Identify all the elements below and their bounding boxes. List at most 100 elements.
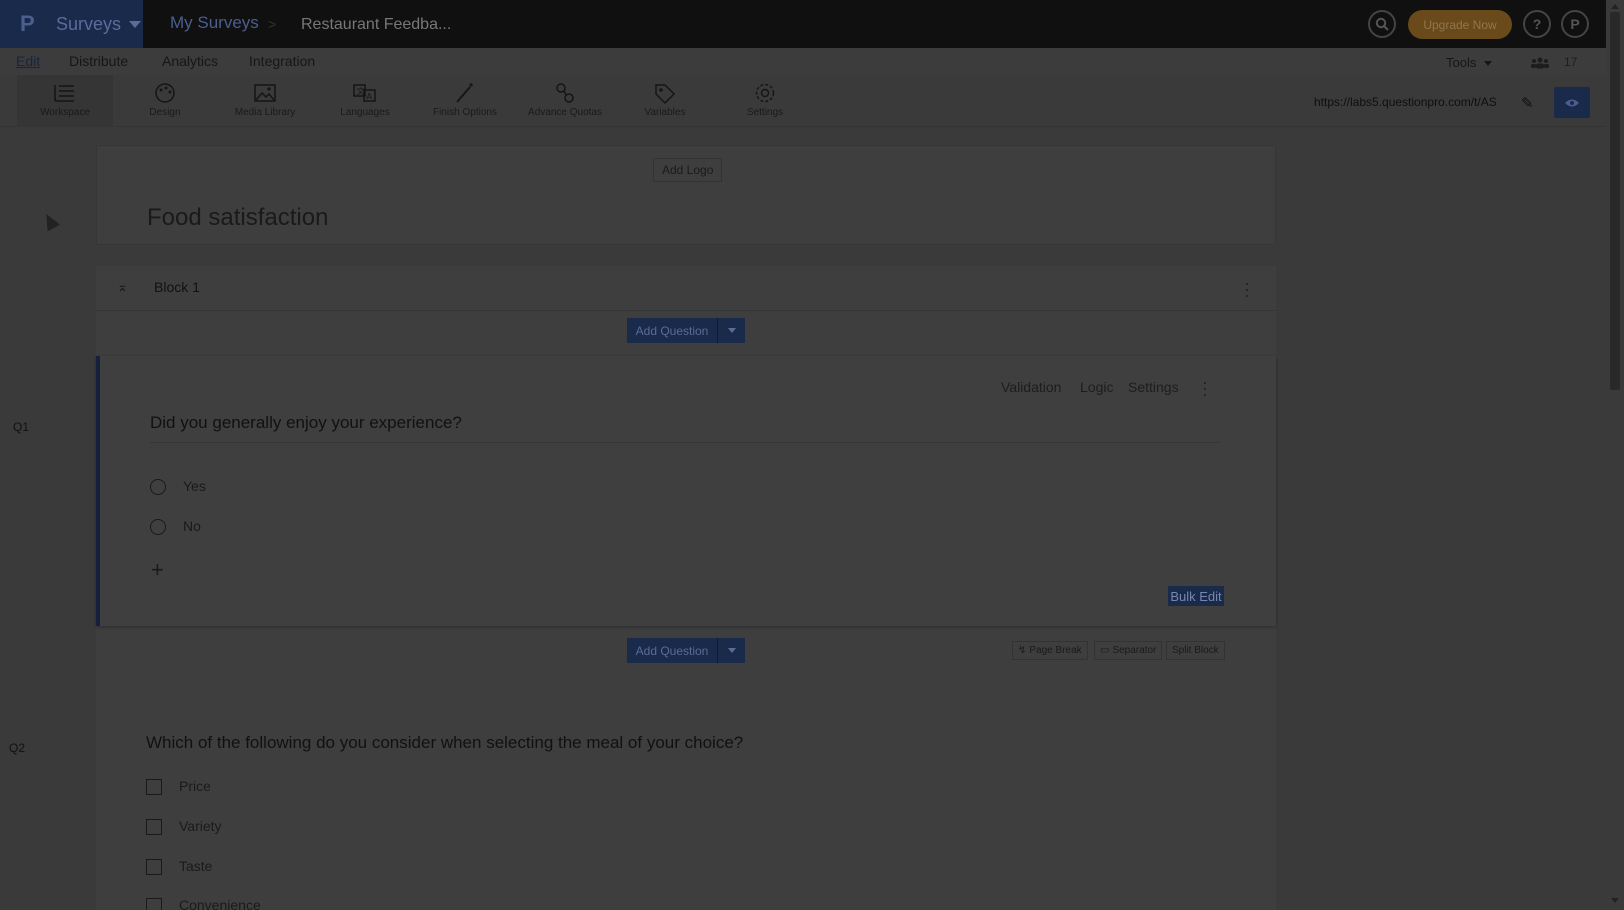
edit-url-pencil-icon[interactable]: ✎	[1521, 94, 1534, 112]
brand-label: Surveys	[56, 13, 122, 34]
tool-variables[interactable]: Variables	[617, 75, 713, 127]
separator-icon: ▭	[1100, 645, 1110, 656]
tool-languages[interactable]: 文A Languages	[317, 75, 413, 127]
search-button[interactable]	[1368, 10, 1396, 38]
add-question-button[interactable]: Add Question	[627, 318, 745, 343]
palette-icon	[155, 83, 175, 103]
question-number: Q1	[13, 420, 30, 434]
magic-wand-icon	[456, 83, 473, 103]
tool-label: Variables	[644, 107, 686, 118]
checkbox-option-variety[interactable]	[146, 819, 162, 835]
split-block-button[interactable]: Split Block	[1166, 641, 1225, 660]
menu-integration[interactable]: Integration	[249, 53, 315, 69]
separator-button[interactable]: ▭ Separator	[1094, 641, 1163, 660]
tools-label: Tools	[1446, 55, 1477, 70]
breadcrumb-separator: >	[268, 16, 277, 32]
preview-button[interactable]	[1554, 87, 1590, 118]
add-logo-button[interactable]: Add Logo	[653, 158, 723, 182]
workspace-icon	[54, 85, 74, 102]
collapse-block-icon[interactable]: ⌅	[117, 279, 128, 295]
tool-label: Finish Options	[433, 107, 497, 118]
collaborators-icon[interactable]	[1530, 57, 1550, 69]
tool-advance-quotas[interactable]: Advance Quotas	[517, 75, 613, 127]
tool-label: Settings	[746, 107, 784, 118]
checkbox-option-taste[interactable]	[146, 859, 162, 875]
page-break-button[interactable]: ↯ Page Break	[1012, 641, 1088, 660]
checkbox-option-price[interactable]	[146, 779, 162, 795]
brand-switcher[interactable]: P Surveys	[0, 0, 143, 48]
survey-header-card: Add Logo Food satisfaction	[96, 145, 1276, 245]
tag-icon	[655, 84, 676, 105]
option-label[interactable]: Taste	[179, 858, 212, 874]
main-menu-bar: Edit Distribute Analytics Integration To…	[0, 48, 1606, 75]
chevron-down-icon	[129, 20, 142, 28]
radio-option-yes[interactable]	[150, 479, 166, 495]
option-label[interactable]: Price	[179, 778, 211, 794]
tool-workspace[interactable]: Workspace	[17, 75, 113, 127]
option-label[interactable]: Yes	[183, 478, 206, 494]
add-question-label: Add Question	[635, 323, 709, 338]
scrollbar-thumb[interactable]	[1610, 12, 1620, 390]
tool-media-library[interactable]: Media Library	[217, 75, 313, 127]
chevron-down-icon	[727, 648, 736, 653]
profile-avatar[interactable]: P	[1561, 10, 1589, 38]
page-break-icon: ↯	[1018, 645, 1027, 656]
tool-label: Workspace	[40, 107, 90, 118]
chevron-down-icon	[727, 328, 736, 333]
logic-link[interactable]: Logic	[1080, 379, 1113, 395]
scroll-up-arrow-icon[interactable]	[1611, 4, 1619, 9]
option-label[interactable]: Convenience	[179, 897, 261, 910]
top-bar: P Surveys My Surveys > Restaurant Feedba…	[0, 0, 1606, 48]
tool-design[interactable]: Design	[117, 75, 213, 127]
mouse-cursor-icon	[40, 210, 60, 232]
scroll-down-arrow-icon[interactable]	[1611, 898, 1619, 903]
divider	[96, 310, 1276, 311]
survey-url[interactable]: https://labs5.questionpro.com/t/AS	[1314, 95, 1512, 109]
upgrade-now-button[interactable]: Upgrade Now	[1408, 10, 1512, 39]
question-number: Q2	[9, 741, 26, 755]
svg-text:A: A	[367, 92, 373, 101]
question-card-q1[interactable]	[96, 356, 1276, 626]
bulk-edit-link[interactable]: Bulk Edit	[1168, 586, 1224, 606]
tool-settings[interactable]: Settings	[717, 75, 813, 127]
quota-icon	[556, 83, 574, 103]
question-text[interactable]: Which of the following do you consider w…	[146, 733, 743, 753]
svg-text:文: 文	[357, 86, 365, 96]
breadcrumb-my-surveys[interactable]: My Surveys	[170, 13, 259, 33]
block-menu-kebab-icon[interactable]: · · ·	[1244, 274, 1250, 304]
separator-label: Separator	[1112, 645, 1157, 656]
add-question-dropdown[interactable]	[717, 638, 745, 663]
translate-icon: 文A	[353, 84, 376, 102]
menu-distribute[interactable]: Distribute	[69, 53, 128, 69]
add-question-label: Add Question	[635, 643, 709, 658]
eye-icon	[1565, 99, 1579, 106]
collaborators-count: 17	[1564, 55, 1578, 69]
survey-title[interactable]: Food satisfaction	[147, 204, 328, 232]
questionpro-logo-icon: P	[20, 11, 35, 36]
search-icon	[1375, 17, 1389, 31]
tool-finish-options[interactable]: Finish Options	[417, 75, 513, 127]
settings-link[interactable]: Settings	[1128, 379, 1179, 395]
menu-analytics[interactable]: Analytics	[162, 53, 218, 69]
add-question-button[interactable]: Add Question	[627, 638, 745, 663]
validation-link[interactable]: Validation	[1001, 379, 1061, 395]
question-text-underline	[150, 442, 1220, 443]
tools-dropdown[interactable]: Tools	[1446, 55, 1493, 70]
radio-option-no[interactable]	[150, 519, 166, 535]
page-break-label: Page Break	[1029, 645, 1082, 656]
image-icon	[254, 84, 276, 102]
gear-icon	[755, 83, 775, 103]
breadcrumb-current-survey[interactable]: Restaurant Feedba...	[301, 16, 451, 34]
tool-label: Advance Quotas	[528, 107, 602, 118]
add-question-dropdown[interactable]	[717, 318, 745, 343]
question-menu-kebab-icon[interactable]: · · ·	[1202, 373, 1208, 403]
tool-label: Design	[149, 107, 181, 118]
question-text[interactable]: Did you generally enjoy your experience?	[150, 413, 462, 433]
option-label[interactable]: No	[183, 518, 201, 534]
checkbox-option-convenience[interactable]	[146, 898, 162, 910]
menu-edit[interactable]: Edit	[16, 53, 40, 69]
option-label[interactable]: Variety	[179, 818, 222, 834]
add-option-plus-icon[interactable]: +	[151, 557, 164, 583]
help-button[interactable]: ?	[1523, 10, 1551, 38]
tool-label: Languages	[340, 107, 390, 118]
